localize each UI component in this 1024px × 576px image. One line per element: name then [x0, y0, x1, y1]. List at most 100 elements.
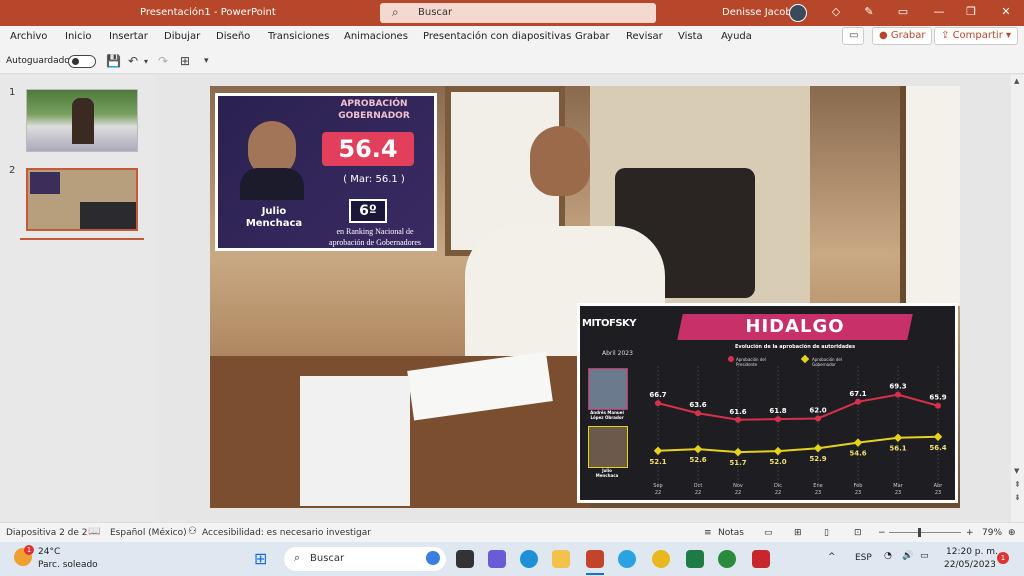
normal-view-icon[interactable]: ▭	[764, 528, 773, 538]
language-label[interactable]: Español (México)	[110, 528, 187, 538]
zoom-thumb[interactable]	[918, 528, 921, 537]
menu-presentacion[interactable]: Presentación con diapositivas	[423, 31, 571, 42]
zoom-slider[interactable]	[889, 532, 961, 533]
line-chart: 66.7 63.6 61.6 61.8 62.0 67.1 69.3 65.9 52.1 52.6…	[649, 366, 947, 496]
search-placeholder: Buscar	[418, 7, 453, 18]
chrome-icon[interactable]	[652, 550, 670, 568]
x-tick-label: Nov	[733, 483, 743, 489]
rank-text-1: en Ranking Nacional de	[336, 227, 414, 236]
close-icon[interactable]: ✕	[997, 3, 1015, 21]
menu-dibujar[interactable]: Dibujar	[164, 31, 200, 42]
tray-expand-icon[interactable]: ^	[828, 552, 836, 562]
vertical-scrollbar[interactable]: ▲ ▼ ⇞ ⇟	[1011, 75, 1024, 522]
notification-badge[interactable]: 1	[997, 552, 1009, 564]
temperature: 24°C	[38, 547, 61, 557]
notes-button[interactable]: Notas	[718, 528, 744, 538]
save-icon[interactable]: 💾	[106, 54, 121, 68]
scroll-up-icon[interactable]: ▲	[1014, 77, 1019, 85]
customize-icon[interactable]: ▾	[204, 56, 209, 66]
series-point	[693, 444, 703, 454]
weather-text: Parc. soleado	[38, 560, 98, 570]
redo-icon[interactable]: ↷	[158, 54, 168, 68]
clock-date[interactable]: 22/05/2023	[944, 560, 996, 570]
zoom-level[interactable]: 79%	[982, 528, 1002, 538]
reading-view-icon[interactable]: ▯	[824, 528, 829, 538]
language-indicator[interactable]: ESP	[855, 553, 872, 563]
minimize-icon[interactable]: —	[930, 3, 948, 21]
zoom-out-icon[interactable]: −	[878, 528, 886, 538]
taskbar-search[interactable]: ⌕ Buscar	[284, 547, 446, 571]
autosave-toggle[interactable]	[68, 55, 96, 68]
x-tick-label: 23	[855, 490, 861, 496]
menu-ayuda[interactable]: Ayuda	[721, 31, 752, 42]
series-point	[695, 410, 701, 417]
slideshow-icon[interactable]: ⊡	[854, 528, 862, 538]
menu-animaciones[interactable]: Animaciones	[344, 31, 408, 42]
data-label: 61.8	[769, 407, 786, 415]
x-tick-label: 23	[895, 490, 901, 496]
menu-revisar[interactable]: Revisar	[626, 31, 663, 42]
ribbon-display-icon[interactable]: ▭	[894, 3, 912, 21]
task-view-icon[interactable]	[456, 550, 474, 568]
undo-dropdown-icon[interactable]: ▾	[144, 57, 148, 66]
thumbnail-pane: 1 2	[0, 75, 155, 522]
menu-insertar[interactable]: Insertar	[109, 31, 148, 42]
slide-sorter-icon[interactable]: ⊞	[794, 528, 802, 538]
prev-slide-icon[interactable]: ⇞	[1014, 480, 1021, 489]
whatsapp-icon[interactable]	[718, 550, 736, 568]
slide-thumbnail-1[interactable]	[26, 89, 138, 152]
scroll-down-icon[interactable]: ▼	[1014, 467, 1019, 475]
menu-inicio[interactable]: Inicio	[65, 31, 91, 42]
clock-time[interactable]: 12:20 p. m.	[946, 547, 998, 557]
share-label: Compartir	[952, 30, 1003, 41]
battery-icon[interactable]: ▭	[920, 551, 929, 561]
accessibility-icon[interactable]: ⚇	[188, 526, 197, 537]
excel-icon[interactable]	[686, 550, 704, 568]
menu-grabar[interactable]: Grabar	[575, 31, 610, 42]
undo-icon[interactable]: ↶	[128, 54, 138, 68]
thumb-number-1: 1	[9, 87, 16, 98]
x-tick-label: 22	[695, 490, 701, 496]
teams-icon[interactable]	[488, 550, 506, 568]
pen-icon[interactable]: ✎	[860, 3, 878, 21]
powerpoint-icon[interactable]	[586, 550, 604, 568]
series-point	[773, 446, 783, 456]
share-button[interactable]: ⇪ Compartir ▾	[934, 27, 1019, 45]
spellcheck-icon[interactable]: 📖	[88, 526, 100, 537]
menu-diseno[interactable]: Diseño	[216, 31, 250, 42]
volume-icon[interactable]: 🔊	[902, 551, 913, 561]
record-button[interactable]: ● Grabar	[872, 27, 933, 45]
card-heading-2: GOBERNADOR	[338, 111, 410, 121]
wifi-icon[interactable]: ◔	[884, 551, 892, 561]
accessibility-label[interactable]: Accesibilidad: es necesario investigar	[202, 528, 371, 538]
edge-icon[interactable]	[520, 550, 538, 568]
present-icon[interactable]: ⊞	[180, 54, 190, 68]
series-point	[853, 438, 863, 447]
menu-archivo[interactable]: Archivo	[10, 31, 47, 42]
comments-button[interactable]: ▭	[842, 27, 864, 45]
data-label: 61.6	[729, 408, 746, 416]
diamond-icon[interactable]: ◇	[827, 3, 845, 21]
fit-slide-icon[interactable]: ⊕	[1008, 528, 1016, 538]
mcafee-icon[interactable]	[752, 550, 770, 568]
zoom-in-icon[interactable]: +	[966, 528, 974, 538]
legend-swatch-president	[728, 356, 734, 362]
title-bar: Presentación1 - PowerPoint ⌕ Buscar Deni…	[0, 0, 1024, 26]
menu-vista[interactable]: Vista	[678, 31, 703, 42]
search-box[interactable]: ⌕ Buscar	[380, 3, 656, 23]
file-explorer-icon[interactable]	[552, 550, 570, 568]
menu-transiciones[interactable]: Transiciones	[268, 31, 329, 42]
slide[interactable]: Julio Menchaca APROBACIÓN GOBERNADOR 56.…	[210, 86, 960, 508]
x-tick-label: 23	[935, 490, 941, 496]
series-point	[653, 446, 663, 456]
next-slide-icon[interactable]: ⇟	[1014, 493, 1021, 502]
telegram-icon[interactable]	[618, 550, 636, 568]
slide-thumbnail-2[interactable]	[26, 168, 138, 231]
approval-value: 56.4	[322, 132, 414, 166]
avatar[interactable]	[789, 4, 807, 22]
data-label: 67.1	[849, 390, 866, 398]
user-name[interactable]: Denisse Jacobo	[722, 7, 798, 18]
windows-start-icon[interactable]: ⊞	[254, 550, 272, 568]
notes-icon[interactable]: ≡	[704, 528, 712, 538]
maximize-icon[interactable]: ❐	[962, 3, 980, 21]
